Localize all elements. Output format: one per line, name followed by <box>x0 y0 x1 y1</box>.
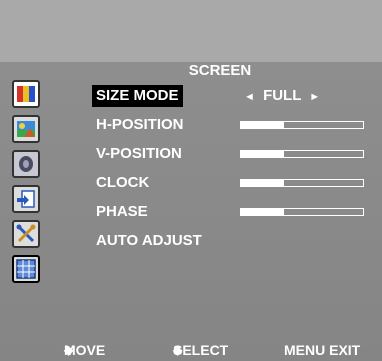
left-arrow-icon[interactable]: ◄ <box>240 91 259 103</box>
menu-item-size-mode[interactable]: SIZE MODE ◄ FULL ► <box>90 85 370 107</box>
screen-icon[interactable] <box>12 255 40 283</box>
slider-fill <box>241 209 284 215</box>
menu-item-v-position[interactable]: V-POSITION <box>90 143 370 165</box>
menu-item-label: SIZE MODE <box>92 85 183 107</box>
menu-item-clock[interactable]: CLOCK <box>90 172 370 194</box>
slider-fill <box>241 180 284 186</box>
size-mode-value[interactable]: ◄ FULL ► <box>240 85 324 108</box>
top-band <box>0 0 382 62</box>
input-icon[interactable] <box>12 185 40 213</box>
clock-slider[interactable] <box>240 179 364 187</box>
move-hint-label: MOVE <box>64 342 106 358</box>
size-mode-value-text: FULL <box>263 87 302 104</box>
menu-item-label: H-POSITION <box>96 116 184 133</box>
sound-icon[interactable] <box>12 150 40 178</box>
right-arrow-icon[interactable]: ► <box>305 91 324 103</box>
menu-item-phase[interactable]: PHASE <box>90 201 370 223</box>
menu-exit-hint: MENU EXIT <box>284 342 361 358</box>
h-position-slider[interactable] <box>240 121 364 129</box>
menu-title: SCREEN <box>188 62 252 79</box>
menu-item-label: CLOCK <box>96 174 150 191</box>
menu-item-label: PHASE <box>96 203 148 220</box>
sidebar <box>10 80 44 290</box>
footer-hints: ◆ MOVE ◆ SELECT MENU EXIT <box>0 340 382 361</box>
picture-icon[interactable] <box>12 115 40 143</box>
tools-icon[interactable] <box>12 220 40 248</box>
select-hint-label: SELECT <box>173 342 229 358</box>
phase-slider[interactable] <box>240 208 364 216</box>
slider-fill <box>241 122 284 128</box>
slider-fill <box>241 151 284 157</box>
menu-item-auto-adjust[interactable]: AUTO ADJUST <box>90 230 370 252</box>
menu-item-h-position[interactable]: H-POSITION <box>90 114 370 136</box>
menu-item-label: AUTO ADJUST <box>96 232 202 249</box>
color-bars-icon[interactable] <box>12 80 40 108</box>
v-position-slider[interactable] <box>240 150 364 158</box>
menu-item-label: V-POSITION <box>96 145 182 162</box>
